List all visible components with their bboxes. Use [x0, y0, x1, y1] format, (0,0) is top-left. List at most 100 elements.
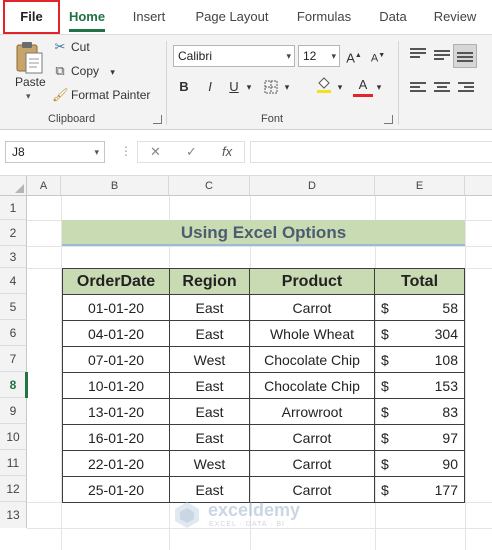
insert-function-icon[interactable]: fx — [222, 142, 232, 162]
cell-total[interactable]: $153 — [374, 372, 465, 399]
cell-total[interactable]: $108 — [374, 346, 465, 373]
increase-font-size-button[interactable]: A▲ — [346, 46, 362, 66]
clipboard-launcher-icon[interactable] — [153, 115, 162, 124]
cell-product[interactable]: Whole Wheat — [249, 320, 375, 347]
cell-region[interactable]: East — [169, 398, 250, 425]
header-orderdate[interactable]: OrderDate — [62, 268, 170, 295]
header-region[interactable]: Region — [169, 268, 250, 295]
row-header-6[interactable]: 6 — [0, 320, 27, 346]
header-product[interactable]: Product — [249, 268, 375, 295]
row-header-3[interactable]: 3 — [0, 246, 27, 268]
row-header-11[interactable]: 11 — [0, 450, 27, 476]
borders-button[interactable] — [262, 77, 280, 97]
cancel-icon[interactable]: ✕ — [150, 142, 161, 162]
cell-product[interactable]: Chocolate Chip — [249, 372, 375, 399]
cell-region[interactable]: West — [169, 346, 250, 373]
row-header-5[interactable]: 5 — [0, 294, 27, 320]
sheet-title[interactable]: Using Excel Options — [62, 220, 465, 246]
more-dots-icon[interactable]: ⋮ — [120, 144, 132, 158]
align-right-icon[interactable] — [458, 82, 474, 96]
row-header-13[interactable]: 13 — [0, 502, 27, 528]
italic-button[interactable]: I — [202, 77, 218, 97]
paste-button[interactable]: Paste — [15, 75, 46, 89]
row-header-8[interactable]: 8 — [0, 372, 27, 398]
table-row: 10-01-20 East Chocolate Chip $153 — [62, 372, 465, 399]
tab-insert[interactable]: Insert — [124, 0, 174, 34]
cell-product[interactable]: Carrot — [249, 450, 375, 477]
tab-data[interactable]: Data — [372, 0, 414, 34]
cell-orderdate[interactable]: 25-01-20 — [62, 476, 170, 503]
cell-region[interactable]: East — [169, 424, 250, 451]
row-header-2[interactable]: 2 — [0, 220, 27, 246]
column-header-f[interactable] — [465, 176, 492, 196]
underline-dropdown-icon[interactable]: ▾ — [244, 77, 254, 97]
cell-region[interactable]: East — [169, 294, 250, 321]
format-painter-button[interactable]: 🖌 Format Painter — [52, 85, 150, 105]
column-header-e[interactable]: E — [375, 176, 465, 196]
font-color-dropdown-icon[interactable]: ▾ — [374, 77, 384, 97]
font-size-select[interactable]: 12 ▾ — [298, 45, 340, 67]
cell-total[interactable]: $177 — [374, 476, 465, 503]
cell-orderdate[interactable]: 07-01-20 — [62, 346, 170, 373]
row-header-10[interactable]: 10 — [0, 424, 27, 450]
cell-total[interactable]: $83 — [374, 398, 465, 425]
table-row: 04-01-20 East Whole Wheat $304 — [62, 320, 465, 347]
cut-button[interactable]: ✂ Cut — [52, 37, 90, 57]
cell-total[interactable]: $304 — [374, 320, 465, 347]
row-header-12[interactable]: 12 — [0, 476, 27, 502]
cell-total[interactable]: $90 — [374, 450, 465, 477]
tab-home[interactable]: Home — [63, 0, 111, 34]
tab-formulas[interactable]: Formulas — [290, 0, 358, 34]
cell-total[interactable]: $58 — [374, 294, 465, 321]
paste-icon[interactable] — [14, 41, 44, 75]
align-left-icon[interactable] — [410, 82, 426, 96]
cell-orderdate[interactable]: 04-01-20 — [62, 320, 170, 347]
enter-icon[interactable]: ✓ — [186, 142, 197, 162]
cell-product[interactable]: Arrowroot — [249, 398, 375, 425]
row-header-4[interactable]: 4 — [0, 268, 27, 294]
cell-orderdate[interactable]: 16-01-20 — [62, 424, 170, 451]
formula-input[interactable] — [250, 141, 492, 163]
row-header-7[interactable]: 7 — [0, 346, 27, 372]
align-top-icon[interactable] — [410, 48, 426, 62]
cell-region[interactable]: West — [169, 450, 250, 477]
cell-region[interactable]: East — [169, 320, 250, 347]
cell-product[interactable]: Chocolate Chip — [249, 346, 375, 373]
column-header-d[interactable]: D — [250, 176, 375, 196]
fill-color-dropdown-icon[interactable]: ▾ — [335, 77, 345, 97]
header-total[interactable]: Total — [374, 268, 465, 295]
copy-dropdown-icon[interactable]: ▾ — [110, 67, 115, 77]
column-header-c[interactable]: C — [169, 176, 250, 196]
align-middle-icon[interactable] — [434, 50, 450, 64]
font-launcher-icon[interactable] — [384, 115, 393, 124]
bold-button[interactable]: B — [176, 77, 192, 97]
column-header-b[interactable]: B — [61, 176, 169, 196]
cell-product[interactable]: Carrot — [249, 294, 375, 321]
cell-orderdate[interactable]: 10-01-20 — [62, 372, 170, 399]
underline-button[interactable]: U — [226, 77, 242, 97]
copy-button[interactable]: ⧉ Copy ▾ — [52, 61, 115, 81]
paste-dropdown-icon[interactable]: ▾ — [26, 91, 31, 102]
decrease-font-size-button[interactable]: A▼ — [370, 46, 386, 66]
fill-color-button[interactable] — [314, 75, 334, 95]
formula-buttons: ✕ ✓ fx — [137, 141, 245, 163]
tab-file[interactable]: File — [3, 0, 60, 34]
row-header-1[interactable]: 1 — [0, 196, 27, 220]
column-header-a[interactable]: A — [27, 176, 61, 196]
tab-review[interactable]: Review — [426, 0, 484, 34]
align-bottom-button[interactable] — [453, 44, 477, 68]
font-color-button[interactable]: A — [353, 75, 373, 97]
row-header-9[interactable]: 9 — [0, 398, 27, 424]
tab-page-layout[interactable]: Page Layout — [188, 0, 276, 34]
font-name-select[interactable]: Calibri ▾ — [173, 45, 295, 67]
cell-region[interactable]: East — [169, 372, 250, 399]
cell-total[interactable]: $97 — [374, 424, 465, 451]
cell-orderdate[interactable]: 22-01-20 — [62, 450, 170, 477]
cell-product[interactable]: Carrot — [249, 424, 375, 451]
cell-orderdate[interactable]: 01-01-20 — [62, 294, 170, 321]
borders-dropdown-icon[interactable]: ▾ — [282, 77, 292, 97]
align-center-icon[interactable] — [434, 82, 450, 96]
select-all-corner[interactable] — [0, 176, 27, 196]
name-box[interactable]: J8 ▾ — [5, 141, 105, 163]
cell-orderdate[interactable]: 13-01-20 — [62, 398, 170, 425]
